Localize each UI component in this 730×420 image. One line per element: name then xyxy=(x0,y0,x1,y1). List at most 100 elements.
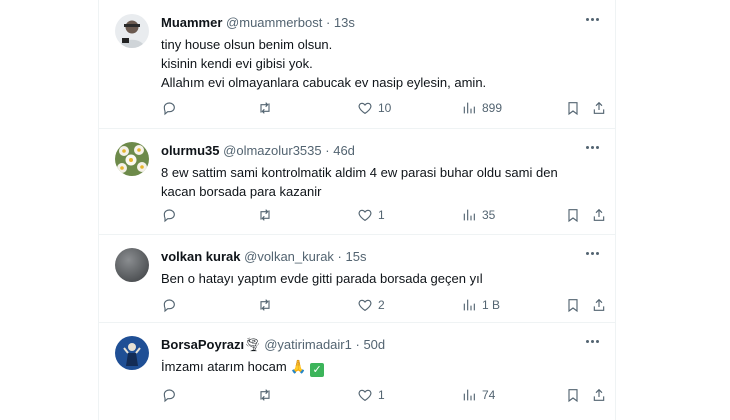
display-name[interactable]: Muammer xyxy=(161,15,222,30)
avatar[interactable] xyxy=(115,142,149,176)
views-button[interactable]: 899 xyxy=(461,99,502,117)
display-name[interactable]: BorsaPoyrazı xyxy=(161,337,244,352)
like-button[interactable]: 2 xyxy=(357,296,385,314)
tweet-header: volkan kurak @volkan_kurak · 15s xyxy=(161,248,601,266)
view-count: 899 xyxy=(482,101,503,115)
avatar[interactable] xyxy=(115,336,149,370)
display-name[interactable]: volkan kurak xyxy=(161,249,241,264)
tweet-header: BorsaPoyrazı🌪 @yatirimadair1 · 50d xyxy=(161,336,601,354)
more-icon[interactable] xyxy=(581,138,603,156)
share-button[interactable] xyxy=(591,206,607,224)
reply-button[interactable] xyxy=(161,296,182,314)
tweet-line: kisinin kendi evi gibisi yok. xyxy=(161,56,313,71)
retweet-button[interactable] xyxy=(257,296,278,314)
separator-dot: · xyxy=(355,337,360,352)
separator-dot: · xyxy=(337,249,342,264)
user-handle[interactable]: @muammerbost xyxy=(226,15,322,30)
share-button[interactable] xyxy=(591,99,607,117)
tweet-actions: 1 74 xyxy=(161,386,607,404)
reply-icon xyxy=(163,209,175,223)
timestamp[interactable]: 13s xyxy=(334,15,355,30)
views-icon xyxy=(463,299,475,311)
like-count: 1 xyxy=(378,388,385,402)
retweet-icon xyxy=(260,299,270,311)
tweet-line: tiny house olsun benim olsun. xyxy=(161,37,333,52)
tweet-text: 8 ew sattim sami kontrolmatik aldim 4 ew… xyxy=(161,163,595,201)
bookmark-icon xyxy=(568,209,578,223)
share-button[interactable] xyxy=(591,296,607,314)
tornado-emoji: 🌪 xyxy=(244,337,261,352)
tweet-actions: 2 1 B xyxy=(161,296,607,314)
reply-button[interactable] xyxy=(161,386,182,404)
heart-icon xyxy=(358,389,372,402)
user-handle[interactable]: @olmazolur3535 xyxy=(223,143,321,158)
bookmark-icon xyxy=(568,389,578,403)
timestamp[interactable]: 50d xyxy=(363,337,385,352)
views-button[interactable]: 74 xyxy=(461,386,495,404)
tweet[interactable]: BorsaPoyrazı🌪 @yatirimadair1 · 50d İmzam… xyxy=(99,322,615,420)
retweet-icon xyxy=(260,209,270,221)
bookmark-button[interactable] xyxy=(565,99,581,117)
views-button[interactable]: 1 B xyxy=(461,296,500,314)
display-name[interactable]: olurmu35 xyxy=(161,143,220,158)
bookmark-button[interactable] xyxy=(565,296,581,314)
tweet-header: olurmu35 @olmazolur3535 · 46d xyxy=(161,142,601,160)
more-icon[interactable] xyxy=(581,332,603,350)
more-icon[interactable] xyxy=(581,10,603,28)
views-button[interactable]: 35 xyxy=(461,206,495,224)
tweet-text: İmzamı atarım hocam 🙏 ✓ xyxy=(161,357,595,377)
more-icon[interactable] xyxy=(581,244,603,262)
timestamp[interactable]: 15s xyxy=(346,249,367,264)
like-button[interactable]: 1 xyxy=(357,206,385,224)
like-count: 1 xyxy=(378,208,385,222)
share-button[interactable] xyxy=(591,386,607,404)
tweet-line: Ben o hatayı yaptım evde gitti parada bo… xyxy=(161,271,483,286)
share-icon xyxy=(593,208,605,221)
share-icon xyxy=(593,101,605,114)
view-count: 35 xyxy=(482,208,496,222)
check-mark-emoji: ✓ xyxy=(310,363,325,377)
bookmark-icon xyxy=(568,299,578,313)
timestamp[interactable]: 46d xyxy=(333,143,355,158)
like-count: 2 xyxy=(378,298,385,312)
reply-button[interactable] xyxy=(161,99,182,117)
like-button[interactable]: 1 xyxy=(357,386,385,404)
tweet-line: 8 ew sattim sami kontrolmatik aldim 4 ew… xyxy=(161,165,558,180)
share-icon xyxy=(593,298,605,311)
user-handle[interactable]: @yatirimadair1 xyxy=(264,337,352,352)
view-count: 74 xyxy=(482,388,496,402)
tweet-actions: 10 899 xyxy=(161,99,607,117)
avatar[interactable] xyxy=(115,248,149,282)
tweet-actions: 1 35 xyxy=(161,206,607,224)
bookmark-icon xyxy=(568,102,578,116)
share-icon xyxy=(593,388,605,401)
tweet-header: Muammer @muammerbost · 13s xyxy=(161,14,601,32)
praying-hands-emoji: 🙏 xyxy=(290,359,307,374)
heart-icon xyxy=(358,102,372,115)
views-icon xyxy=(463,389,475,401)
bookmark-button[interactable] xyxy=(565,206,581,224)
views-icon xyxy=(463,209,475,221)
like-button[interactable]: 10 xyxy=(357,99,391,117)
views-icon xyxy=(463,102,475,114)
retweet-button[interactable] xyxy=(257,386,278,404)
tweet-line: Allahım evi olmayanlara cabucak ev nasip… xyxy=(161,75,487,90)
avatar[interactable] xyxy=(115,14,149,48)
tweet[interactable]: Muammer @muammerbost · 13s tiny house ol… xyxy=(99,0,615,129)
user-handle[interactable]: @volkan_kurak xyxy=(244,249,334,264)
reply-icon xyxy=(163,389,175,403)
tweet[interactable]: olurmu35 @olmazolur3535 · 46d 8 ew satti… xyxy=(99,128,615,235)
tweet-text: tiny house olsun benim olsun. kisinin ke… xyxy=(161,35,595,92)
reply-button[interactable] xyxy=(161,206,182,224)
retweet-button[interactable] xyxy=(257,206,278,224)
bookmark-button[interactable] xyxy=(565,386,581,404)
retweet-button[interactable] xyxy=(257,99,278,117)
retweet-icon xyxy=(260,102,270,114)
separator-dot: · xyxy=(325,15,331,30)
tweet-line: kacan borsada para kazanir xyxy=(161,184,322,199)
tweet-text: Ben o hatayı yaptım evde gitti parada bo… xyxy=(161,269,595,288)
like-count: 10 xyxy=(378,101,392,115)
timeline-feed: Muammer @muammerbost · 13s tiny house ol… xyxy=(98,0,616,420)
tweet[interactable]: volkan kurak @volkan_kurak · 15s Ben o h… xyxy=(99,234,615,323)
heart-icon xyxy=(358,209,372,222)
